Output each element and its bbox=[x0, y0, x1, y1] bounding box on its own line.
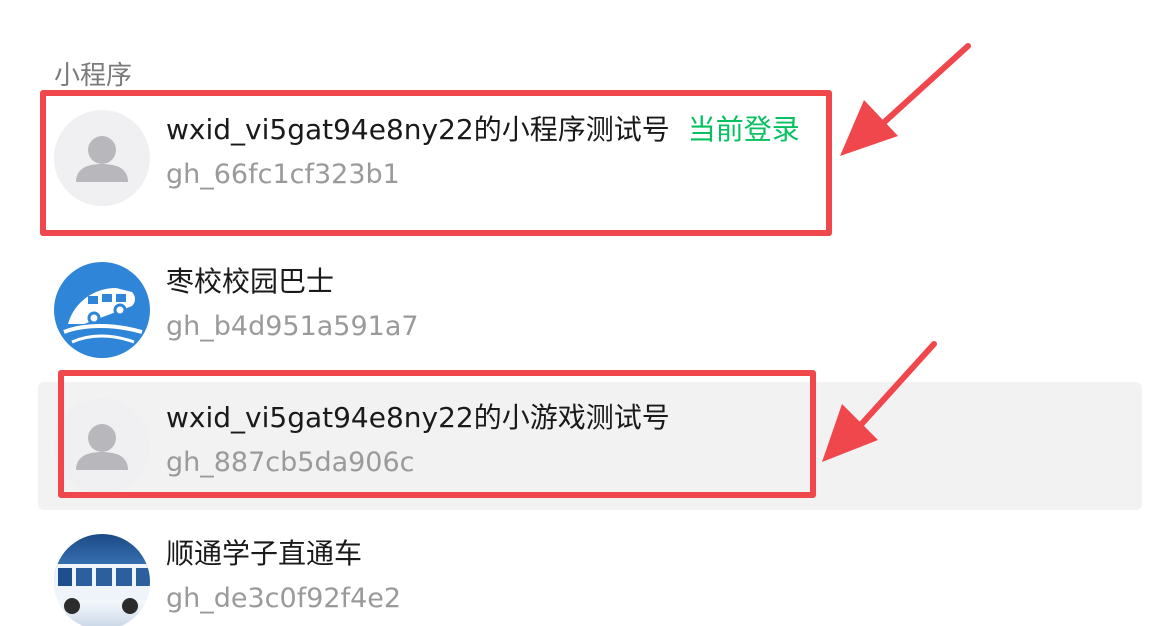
account-appid: gh_66fc1cf323b1 bbox=[166, 159, 400, 190]
account-row-shuntong-bus[interactable]: 顺通学子直通车 gh_de3c0f92f4e2 bbox=[38, 518, 1142, 626]
account-row-minigame-test[interactable]: wxid_vi5gat94e8ny22的小游戏测试号 gh_887cb5da90… bbox=[38, 382, 1142, 510]
account-name: wxid_vi5gat94e8ny22的小游戏测试号 bbox=[166, 401, 670, 434]
default-user-icon bbox=[54, 110, 150, 206]
default-user-icon bbox=[54, 398, 150, 494]
account-name: 顺通学子直通车 bbox=[166, 537, 363, 570]
account-name: wxid_vi5gat94e8ny22的小程序测试号 bbox=[166, 113, 670, 146]
account-name: 枣校校园巴士 bbox=[166, 265, 335, 298]
account-appid: gh_887cb5da906c bbox=[166, 447, 415, 478]
section-title: 小程序 bbox=[54, 61, 133, 91]
bus-photo-icon bbox=[54, 534, 150, 626]
account-appid: gh_de3c0f92f4e2 bbox=[166, 583, 402, 614]
bus-logo-icon bbox=[54, 262, 150, 358]
account-switcher: 小程序 wxid_vi5gat94e8ny22的小程序测试号 当前登录 gh_66… bbox=[0, 0, 1156, 626]
account-row-miniprogram-test[interactable]: wxid_vi5gat94e8ny22的小程序测试号 当前登录 gh_66fc1c… bbox=[38, 94, 1142, 222]
account-row-zaoxiao-bus[interactable]: 枣校校园巴士 gh_b4d951a591a7 bbox=[38, 246, 1142, 374]
account-appid: gh_b4d951a591a7 bbox=[166, 311, 419, 342]
current-login-badge: 当前登录 bbox=[687, 113, 800, 146]
